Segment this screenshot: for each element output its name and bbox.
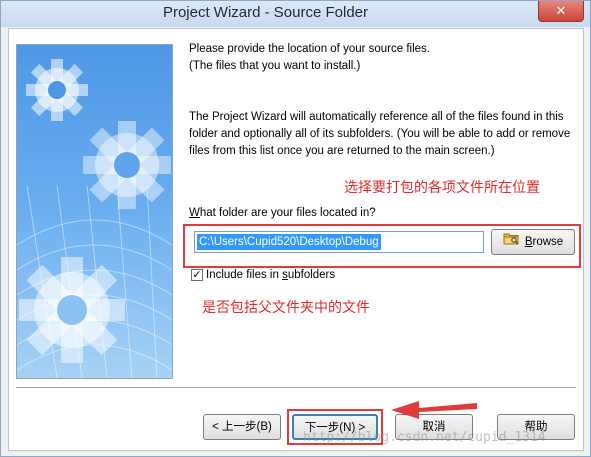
description-text: The Project Wizard will automatically re…: [189, 111, 571, 157]
subfolder-annotation: 是否包括父文件夹中的文件: [202, 299, 370, 315]
intro-text: Please provide the location of your sour…: [189, 41, 579, 75]
close-icon: ✕: [555, 3, 567, 18]
include-subfolders-checkbox[interactable]: ✓: [191, 269, 203, 281]
include-subfolders-label-end: ubfolders: [287, 269, 336, 281]
window-title: Project Wizard - Source Folder: [162, 4, 369, 21]
wizard-illustration: [16, 44, 173, 379]
location-annotation: 选择要打包的各项文件所在位置: [344, 179, 540, 195]
folder-label-text: hat folder are your files located in?: [199, 207, 376, 219]
pointer-arrow: [391, 401, 477, 419]
watermark-text: http://blog.csdn.net/cupid_1314: [303, 430, 546, 445]
folder-label-accesskey: W: [189, 207, 200, 219]
folder-icon: [503, 230, 519, 254]
intro-line-1: Please provide the location of your sour…: [189, 43, 430, 55]
include-subfolders-label[interactable]: Include files in subfolders: [206, 267, 456, 284]
intro-line-2: (The files that you want to install.): [189, 60, 361, 72]
include-subfolders-label-start: Include files in: [206, 269, 283, 281]
footer-separator: [16, 387, 576, 389]
browse-button[interactable]: Browse: [491, 229, 575, 255]
folder-path-value[interactable]: C:\Users\Cupid520\Desktop\Debug: [197, 234, 381, 250]
browse-label: rowse: [532, 236, 564, 249]
wizard-content: Please provide the location of your sour…: [8, 28, 584, 451]
close-button[interactable]: ✕: [538, 1, 584, 22]
folder-path-input[interactable]: C:\Users\Cupid520\Desktop\Debug: [194, 231, 484, 253]
title-bar[interactable]: Project Wizard - Source Folder ✕: [1, 1, 590, 27]
project-wizard-window: Project Wizard - Source Folder ✕ Please …: [0, 0, 591, 457]
folder-label: What folder are your files located in?: [189, 205, 579, 222]
back-button[interactable]: < 上一步(B): [203, 414, 281, 440]
gears-graphic: [17, 45, 172, 378]
